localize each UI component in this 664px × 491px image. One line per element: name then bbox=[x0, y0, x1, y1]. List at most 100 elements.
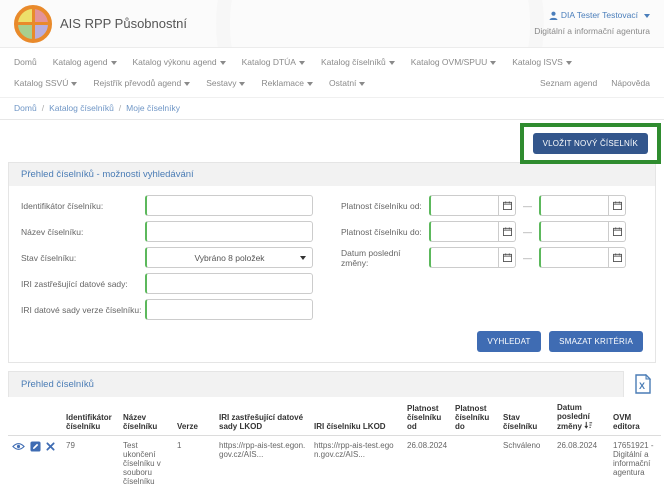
nav-reklamace[interactable]: Reklamace bbox=[261, 78, 313, 88]
calendar-icon[interactable] bbox=[609, 195, 626, 216]
chevron-down-icon bbox=[71, 82, 77, 86]
breadcrumb-katalog-ciselniku[interactable]: Katalog číselníků bbox=[49, 103, 114, 113]
chevron-down-icon bbox=[644, 14, 650, 18]
search-form-buttons: VYHLEDAT SMAZAT KRITÉRIA bbox=[9, 329, 655, 362]
calendar-icon[interactable] bbox=[499, 247, 516, 268]
nav-katalog-ssvu[interactable]: Katalog SSVÚ bbox=[14, 78, 77, 88]
action-row: VLOŽIT NOVÝ ČÍSELNÍK bbox=[0, 120, 664, 162]
cell-stav: Schváleno bbox=[499, 436, 553, 491]
platnost-do-to-group bbox=[539, 221, 626, 242]
chevron-down-icon bbox=[307, 82, 313, 86]
app-header: AIS RPP Působnostní DIA Tester Testovací… bbox=[0, 0, 664, 48]
iri-sady-label: IRI zastřešující datové sady: bbox=[21, 279, 145, 289]
app-logo bbox=[14, 5, 52, 43]
user-icon bbox=[549, 11, 558, 20]
col-platnost-do: Platnost číselníku do bbox=[451, 397, 499, 436]
breadcrumb-separator: / bbox=[119, 103, 121, 113]
range-separator: — bbox=[523, 253, 532, 263]
breadcrumb-moje-ciselniky[interactable]: Moje číselníky bbox=[126, 103, 180, 113]
nav-napoveda[interactable]: Nápověda bbox=[611, 78, 650, 88]
excel-export-icon[interactable]: X bbox=[630, 371, 656, 397]
stav-select[interactable]: Vybráno 8 položek bbox=[145, 247, 313, 268]
cell-iri-ciselniku: https://rpp-ais-test.egon.gov.cz/AIS... bbox=[310, 436, 403, 491]
search-form-left-column: Identifikátor číselníku: Název číselníku… bbox=[21, 195, 341, 325]
cell-identifikator: 79 bbox=[62, 436, 119, 491]
search-panel: Přehled číselníků - možnosti vyhledávání… bbox=[8, 162, 656, 363]
nav-ostatni[interactable]: Ostatní bbox=[329, 78, 365, 88]
chevron-down-icon bbox=[239, 82, 245, 86]
platnost-do-label: Platnost číselníku do: bbox=[341, 227, 429, 237]
platnost-od-from-group bbox=[429, 195, 516, 216]
range-separator: — bbox=[523, 201, 532, 211]
results-header: Přehled číselníků X bbox=[8, 371, 656, 397]
platnost-do-to-input[interactable] bbox=[539, 221, 609, 242]
table-header-row: Identifikátor číselníku Název číselníku … bbox=[8, 397, 661, 436]
datum-zmeny-from-input[interactable] bbox=[429, 247, 499, 268]
nav-katalog-isvs[interactable]: Katalog ISVS bbox=[512, 57, 572, 67]
cell-platnost-do bbox=[451, 436, 499, 491]
datum-zmeny-from-group bbox=[429, 247, 516, 268]
chevron-down-icon bbox=[389, 61, 395, 65]
search-form: Identifikátor číselníku: Název číselníku… bbox=[9, 186, 655, 329]
view-icon[interactable] bbox=[12, 442, 25, 453]
nazev-input[interactable] bbox=[145, 221, 313, 242]
calendar-icon[interactable] bbox=[609, 221, 626, 242]
cell-datum-zmeny: 26.08.2024 bbox=[553, 436, 609, 491]
platnost-od-to-group bbox=[539, 195, 626, 216]
stav-select-value: Vybráno 8 položek bbox=[194, 253, 264, 263]
stav-label: Stav číselníku: bbox=[21, 253, 145, 263]
col-platnost-od: Platnost číselníku od bbox=[403, 397, 451, 436]
chevron-down-icon bbox=[111, 61, 117, 65]
platnost-do-from-input[interactable] bbox=[429, 221, 499, 242]
green-highlight-annotation: VLOŽIT NOVÝ ČÍSELNÍK bbox=[520, 123, 661, 164]
cell-nazev: Test ukončení číselníku v souboru číseln… bbox=[119, 436, 173, 491]
platnost-od-from-input[interactable] bbox=[429, 195, 499, 216]
chevron-down-icon bbox=[490, 61, 496, 65]
nav-right-links: Seznam agend Nápověda bbox=[540, 78, 650, 88]
nav-domu[interactable]: Domů bbox=[14, 57, 37, 67]
nav-rejstrik-prevodu-agend[interactable]: Rejstřík převodů agend bbox=[93, 78, 190, 88]
nav-katalog-agend[interactable]: Katalog agend bbox=[53, 57, 117, 67]
datum-zmeny-to-input[interactable] bbox=[539, 247, 609, 268]
iri-verze-input[interactable] bbox=[145, 299, 313, 320]
col-identifikator: Identifikátor číselníku bbox=[62, 397, 119, 436]
calendar-icon[interactable] bbox=[499, 221, 516, 242]
table-row: 79 Test ukončení číselníku v souboru čís… bbox=[8, 436, 661, 491]
edit-icon[interactable] bbox=[30, 441, 41, 454]
nazev-label: Název číselníku: bbox=[21, 227, 145, 237]
nav-seznam-agend[interactable]: Seznam agend bbox=[540, 78, 597, 88]
insert-new-ciselnik-button[interactable]: VLOŽIT NOVÝ ČÍSELNÍK bbox=[533, 133, 648, 154]
nav-sestavy[interactable]: Sestavy bbox=[206, 78, 245, 88]
range-separator: — bbox=[523, 227, 532, 237]
breadcrumb-domu[interactable]: Domů bbox=[14, 103, 37, 113]
platnost-od-to-input[interactable] bbox=[539, 195, 609, 216]
nav-katalog-vykonu-agend[interactable]: Katalog výkonu agend bbox=[133, 57, 226, 67]
cell-platnost-od: 26.08.2024 bbox=[403, 436, 451, 491]
user-block: DIA Tester Testovací Digitální a informa… bbox=[534, 9, 650, 37]
col-datum-zmeny[interactable]: Datum poslední změny bbox=[553, 397, 609, 436]
col-iri-ciselniku: IRI číselníku LKOD bbox=[310, 397, 403, 436]
row-actions bbox=[8, 436, 62, 491]
datum-zmeny-label: Datum poslední změny: bbox=[341, 248, 429, 268]
chevron-down-icon bbox=[566, 61, 572, 65]
iri-sady-input[interactable] bbox=[145, 273, 313, 294]
nav-katalog-ovm-spuu[interactable]: Katalog OVM/SPUU bbox=[411, 57, 497, 67]
datum-zmeny-to-group bbox=[539, 247, 626, 268]
calendar-icon[interactable] bbox=[609, 247, 626, 268]
clear-criteria-button[interactable]: SMAZAT KRITÉRIA bbox=[549, 331, 643, 352]
identifikator-input[interactable] bbox=[145, 195, 313, 216]
col-iri-sady: IRI zastřešující datové sady LKOD bbox=[215, 397, 310, 436]
breadcrumb-separator: / bbox=[42, 103, 44, 113]
nav-katalog-ciselniku[interactable]: Katalog číselníků bbox=[321, 57, 395, 67]
calendar-icon[interactable] bbox=[499, 195, 516, 216]
col-verze: Verze bbox=[173, 397, 215, 436]
nav-katalog-dtua[interactable]: Katalog DTÚA bbox=[242, 57, 305, 67]
user-menu[interactable]: DIA Tester Testovací bbox=[549, 9, 650, 22]
chevron-down-icon bbox=[359, 82, 365, 86]
col-nazev: Název číselníku bbox=[119, 397, 173, 436]
delete-icon[interactable] bbox=[46, 442, 55, 453]
results-table: Identifikátor číselníku Název číselníku … bbox=[8, 397, 661, 491]
sort-icon bbox=[584, 421, 593, 430]
cell-verze: 1 bbox=[173, 436, 215, 491]
search-button[interactable]: VYHLEDAT bbox=[477, 331, 540, 352]
